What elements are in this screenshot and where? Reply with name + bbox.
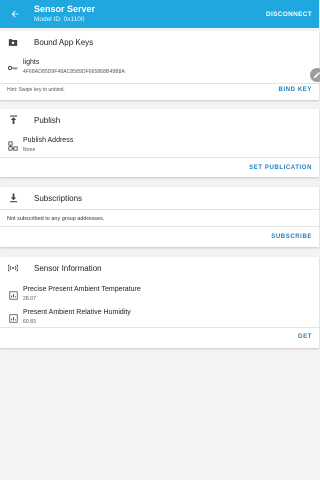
sensor-item-label: Present Ambient Relative Humidity [23, 309, 131, 316]
download-icon [7, 192, 19, 204]
network-icon [7, 140, 19, 152]
pencil-icon [314, 71, 320, 78]
sensor-item-value: 28.07 [23, 296, 37, 302]
set-publication-button[interactable]: SET PUBLICATION [249, 165, 312, 171]
publish-title: Publish [34, 115, 61, 125]
disconnect-button[interactable]: DISCONNECT [266, 11, 319, 18]
publish-address-item[interactable]: Publish Address None [0, 136, 319, 154]
publish-address-label: Publish Address [23, 137, 74, 144]
publish-card: Publish Publish Address None SET PUBLICA… [0, 109, 319, 177]
chart-icon [7, 312, 19, 324]
key-icon [7, 62, 19, 74]
app-bar: Sensor Server Model ID: 0x1100 DISCONNEC… [0, 0, 319, 28]
sensor-item[interactable]: Precise Present Ambient Temperature 28.0… [0, 285, 319, 303]
app-key-item[interactable]: lights 4F68AD85D9F48AC8589DF665868B49B8A [0, 58, 319, 76]
sensor-item-value: 60.83 [23, 319, 37, 325]
folder-key-icon [7, 36, 19, 48]
sensor-information-title: Sensor Information [34, 263, 102, 273]
sensor-icon [7, 262, 19, 274]
app-key-name: lights [23, 59, 40, 66]
subscriptions-empty-text: Not subscribed to any group addresses. [7, 216, 105, 222]
bound-app-keys-title: Bound App Keys [34, 37, 94, 47]
sensor-item[interactable]: Present Ambient Relative Humidity 60.83 [0, 308, 319, 326]
app-key-value: 4F68AD85D9F48AC8589DF665868B49B8A [23, 69, 125, 75]
subscriptions-card: Subscriptions Not subscribed to any grou… [0, 187, 319, 247]
subscribe-button[interactable]: SUBSCRIBE [271, 234, 312, 240]
sensor-item-label: Precise Present Ambient Temperature [23, 286, 141, 293]
swipe-hint: Hint: Swipe key to unbind. [7, 87, 65, 93]
sensor-information-card: Sensor Information Precise Present Ambie… [0, 257, 319, 348]
page-title: Sensor Server [34, 4, 96, 14]
bind-key-button[interactable]: BIND KEY [279, 87, 312, 93]
arrow-back-icon [11, 10, 19, 18]
publish-icon [7, 114, 19, 126]
get-button[interactable]: GET [298, 334, 312, 340]
edit-button[interactable] [310, 68, 320, 82]
subscriptions-title: Subscriptions [34, 193, 83, 203]
model-id: Model ID: 0x1100 [34, 16, 85, 23]
publish-address-value: None [23, 147, 36, 153]
bound-app-keys-card: Bound App Keys lights 4F68AD85D9F48AC858… [0, 31, 320, 100]
chart-icon [7, 289, 19, 301]
back-button[interactable] [0, 0, 30, 28]
